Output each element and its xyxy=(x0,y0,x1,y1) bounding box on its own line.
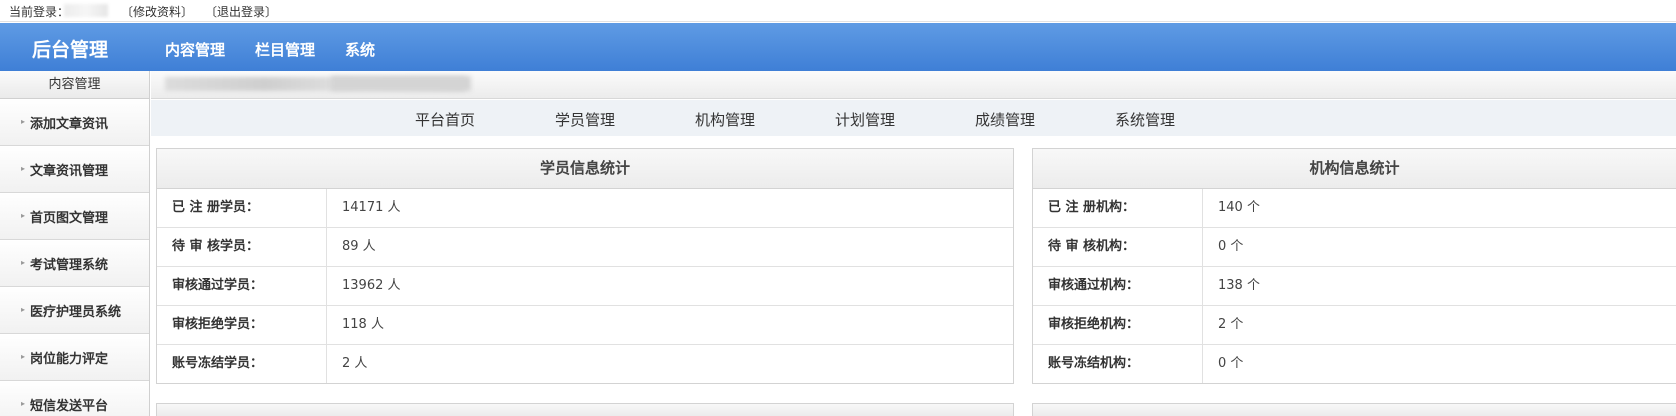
login-label: 当前登录： xyxy=(9,5,70,19)
tab-student-management[interactable]: 学员管理 xyxy=(555,109,615,130)
row-value: 140 个 xyxy=(1218,200,1260,215)
table-row: 已 注 册机构： 140 个 xyxy=(1033,189,1676,228)
student-stats-panel: 学员信息统计 已 注 册学员： 14171 人 待 审 核学员： 89 人 审核… xyxy=(156,148,1014,384)
tab-org-management[interactable]: 机构管理 xyxy=(695,109,755,130)
arrow-right-icon: ▸ xyxy=(21,164,26,173)
sidebar-title: 内容管理 xyxy=(0,71,149,99)
row-value: 2 人 xyxy=(342,356,368,371)
next-panel-left xyxy=(156,403,1014,416)
row-value: 118 人 xyxy=(342,317,384,332)
sidebar-item-sms-platform[interactable]: ▸ 短信发送平台 xyxy=(0,381,149,416)
edit-profile-link[interactable]: 〔修改资料〕 xyxy=(121,3,193,20)
logout-link[interactable]: 〔退出登录〕 xyxy=(205,3,277,20)
arrow-right-icon: ▸ xyxy=(21,305,26,314)
top-bar: 当前登录： 〔修改资料〕 〔退出登录〕 xyxy=(0,0,1676,22)
sidebar-item-add-article[interactable]: ▸ 添加文章资讯 xyxy=(0,99,149,146)
breadcrumb xyxy=(151,71,1676,99)
tab-platform-home[interactable]: 平台首页 xyxy=(415,109,475,130)
panel-title: 机构信息统计 xyxy=(1033,149,1676,189)
row-label: 审核拒绝学员： xyxy=(157,306,327,344)
table-row: 审核拒绝机构： 2 个 xyxy=(1033,306,1676,345)
table-row: 审核拒绝学员： 118 人 xyxy=(157,306,1013,345)
sidebar-item-label: 首页图文管理 xyxy=(30,211,109,226)
sidebar-item-exam-system[interactable]: ▸ 考试管理系统 xyxy=(0,240,149,287)
sub-nav: 平台首页 学员管理 机构管理 计划管理 成绩管理 系统管理 xyxy=(151,100,1676,136)
arrow-right-icon: ▸ xyxy=(21,399,26,408)
brand-title: 后台管理 xyxy=(32,39,109,61)
table-row: 审核通过学员： 13962 人 xyxy=(157,267,1013,306)
row-value: 0 个 xyxy=(1218,356,1244,371)
org-stats-panel: 机构信息统计 已 注 册机构： 140 个 待 审 核机构： 0 个 审核通过机… xyxy=(1032,148,1676,384)
sidebar-item-homepage-media[interactable]: ▸ 首页图文管理 xyxy=(0,193,149,240)
arrow-right-icon: ▸ xyxy=(21,117,26,126)
tab-plan-management[interactable]: 计划管理 xyxy=(835,109,895,130)
arrow-right-icon: ▸ xyxy=(21,258,26,267)
sidebar-item-label: 考试管理系统 xyxy=(30,258,109,273)
row-value: 2 个 xyxy=(1218,317,1244,332)
table-row: 待 审 核学员： 89 人 xyxy=(157,228,1013,267)
row-label: 审核通过机构： xyxy=(1033,267,1203,305)
next-panel-right xyxy=(1032,403,1676,416)
table-row: 账号冻结机构： 0 个 xyxy=(1033,345,1676,384)
username-redacted xyxy=(64,4,108,17)
row-value: 0 个 xyxy=(1218,239,1244,254)
sidebar-item-label: 文章资讯管理 xyxy=(30,164,109,179)
row-label: 账号冻结学员： xyxy=(157,345,327,383)
row-value: 138 个 xyxy=(1218,278,1260,293)
row-label: 已 注 册机构： xyxy=(1033,189,1203,227)
panel-title: 学员信息统计 xyxy=(157,149,1013,189)
sidebar-item-label: 岗位能力评定 xyxy=(30,352,109,367)
row-value: 89 人 xyxy=(342,239,376,254)
row-label: 审核拒绝机构： xyxy=(1033,306,1203,344)
nav-system[interactable]: 系统 xyxy=(345,39,375,60)
row-label: 审核通过学员： xyxy=(157,267,327,305)
breadcrumb-redacted xyxy=(331,76,471,91)
row-value: 13962 人 xyxy=(342,278,401,293)
tab-score-management[interactable]: 成绩管理 xyxy=(975,109,1035,130)
app-header: 后台管理 内容管理 栏目管理 系统 xyxy=(0,23,1676,71)
sidebar-item-label: 添加文章资讯 xyxy=(30,117,109,132)
tab-system-management[interactable]: 系统管理 xyxy=(1115,109,1175,130)
row-label: 待 审 核机构： xyxy=(1033,228,1203,266)
sidebar-item-competency-assessment[interactable]: ▸ 岗位能力评定 xyxy=(0,334,149,381)
table-row: 账号冻结学员： 2 人 xyxy=(157,345,1013,384)
nav-column-management[interactable]: 栏目管理 xyxy=(255,39,315,60)
table-row: 已 注 册学员： 14171 人 xyxy=(157,189,1013,228)
sidebar-item-article-management[interactable]: ▸ 文章资讯管理 xyxy=(0,146,149,193)
row-value: 14171 人 xyxy=(342,200,401,215)
sidebar-item-caregiver-system[interactable]: ▸ 医疗护理员系统 xyxy=(0,287,149,334)
sidebar: 内容管理 ▸ 添加文章资讯 ▸ 文章资讯管理 ▸ 首页图文管理 ▸ 考试管理系统… xyxy=(0,71,150,416)
nav-content-management[interactable]: 内容管理 xyxy=(165,39,225,60)
table-row: 审核通过机构： 138 个 xyxy=(1033,267,1676,306)
row-label: 待 审 核学员： xyxy=(157,228,327,266)
arrow-right-icon: ▸ xyxy=(21,211,26,220)
row-label: 已 注 册学员： xyxy=(157,189,327,227)
table-row: 待 审 核机构： 0 个 xyxy=(1033,228,1676,267)
arrow-right-icon: ▸ xyxy=(21,352,26,361)
sidebar-item-label: 短信发送平台 xyxy=(30,399,109,414)
row-label: 账号冻结机构： xyxy=(1033,345,1203,383)
sidebar-item-label: 医疗护理员系统 xyxy=(30,305,122,320)
